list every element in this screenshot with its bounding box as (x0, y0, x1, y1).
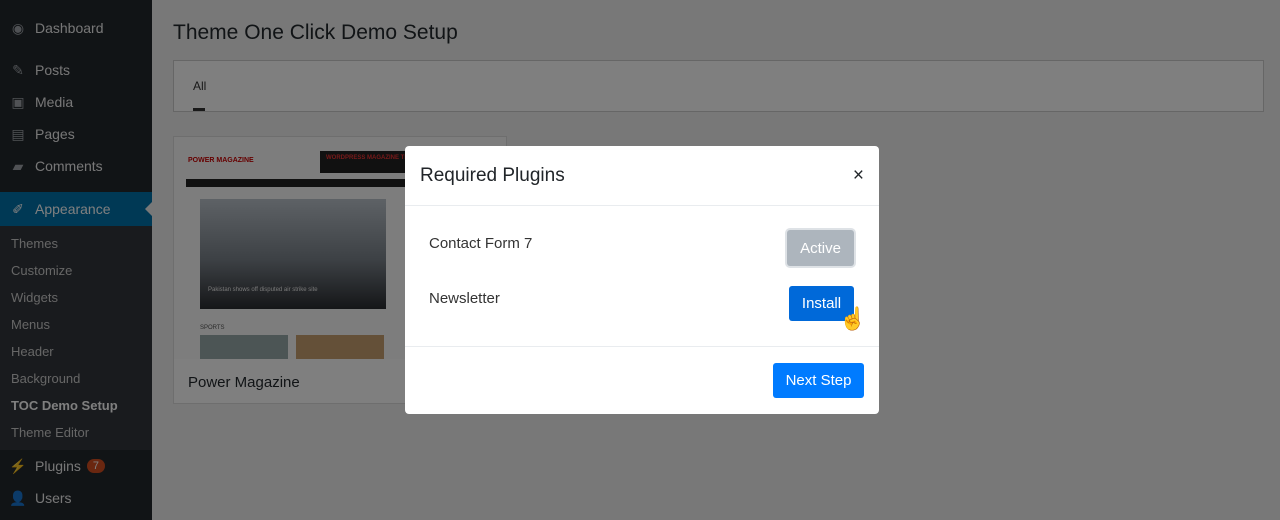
close-icon[interactable]: × (853, 165, 864, 187)
plugin-name: Contact Form 7 (429, 235, 533, 252)
plugin-name: Newsletter (429, 290, 500, 307)
modal-footer-divider (405, 346, 879, 347)
modal-title: Required Plugins (420, 164, 565, 186)
next-step-button[interactable]: Next Step (773, 363, 864, 398)
active-button[interactable]: Active (787, 230, 854, 266)
required-plugins-modal: Required Plugins × Contact Form 7 Active … (405, 146, 879, 414)
hand-cursor-icon: ☝ (839, 306, 867, 331)
